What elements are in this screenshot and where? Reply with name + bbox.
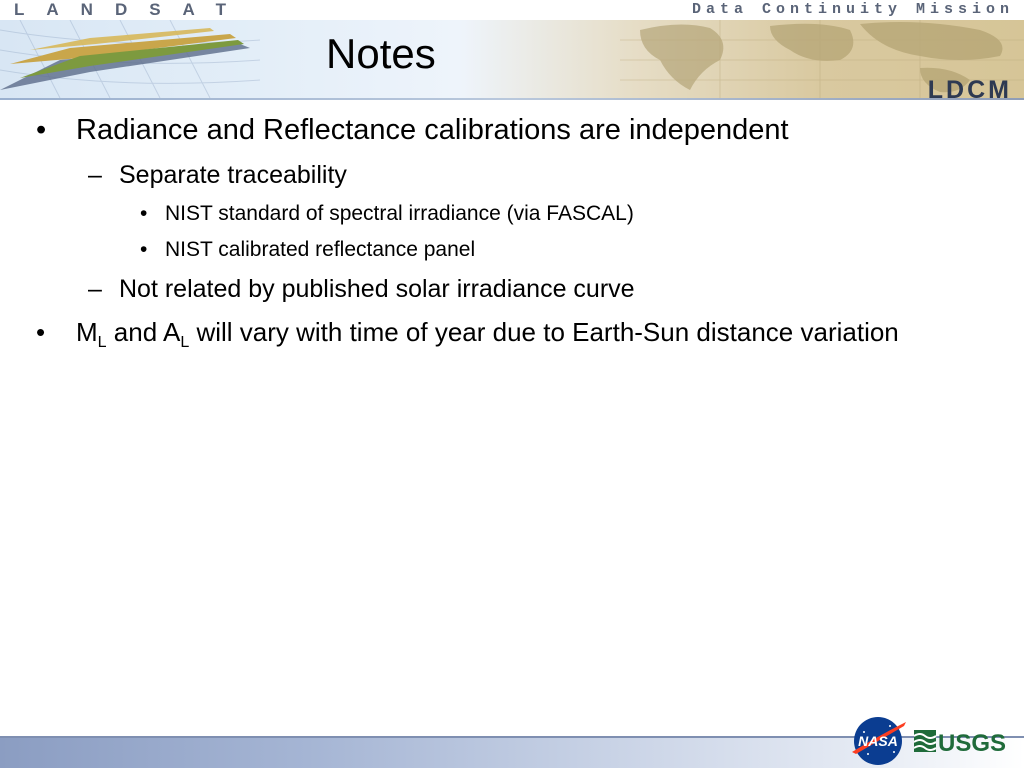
ldcm-logo-text: LDCM — [927, 76, 1012, 104]
svg-text:NASA: NASA — [858, 733, 898, 749]
bullet-marker: • — [140, 202, 148, 225]
bullet-marker: • — [36, 114, 47, 146]
list-item-text: Separate traceability — [119, 161, 347, 189]
list-item-text: NIST standard of spectral irradiance (vi… — [165, 202, 634, 225]
header-divider — [0, 98, 1024, 100]
nasa-logo-icon: NASA — [852, 717, 906, 765]
list-item-text: ML and AL will vary with time of year du… — [76, 317, 899, 351]
mission-wordmark: Data Continuity Mission — [691, 1, 1014, 18]
usgs-logo-icon: USGS — [914, 730, 1006, 757]
list-item-text: Not related by published solar irradianc… — [119, 275, 635, 303]
svg-text:USGS: USGS — [938, 730, 1006, 757]
dash-marker: – — [88, 275, 102, 303]
bullet-marker: • — [140, 238, 148, 261]
bullet-marker: • — [36, 317, 46, 347]
list-item-text: Radiance and Reflectance calibrations ar… — [76, 114, 789, 146]
list-item-text: NIST calibrated reflectance panel — [165, 238, 476, 261]
slide-title: Notes — [326, 30, 436, 77]
landsat-swoosh-graphic — [0, 20, 260, 98]
top-brand-strip: LANDSAT Data Continuity Mission — [0, 0, 1024, 21]
dash-marker: – — [88, 161, 102, 189]
landsat-wordmark: LANDSAT — [14, 0, 248, 19]
